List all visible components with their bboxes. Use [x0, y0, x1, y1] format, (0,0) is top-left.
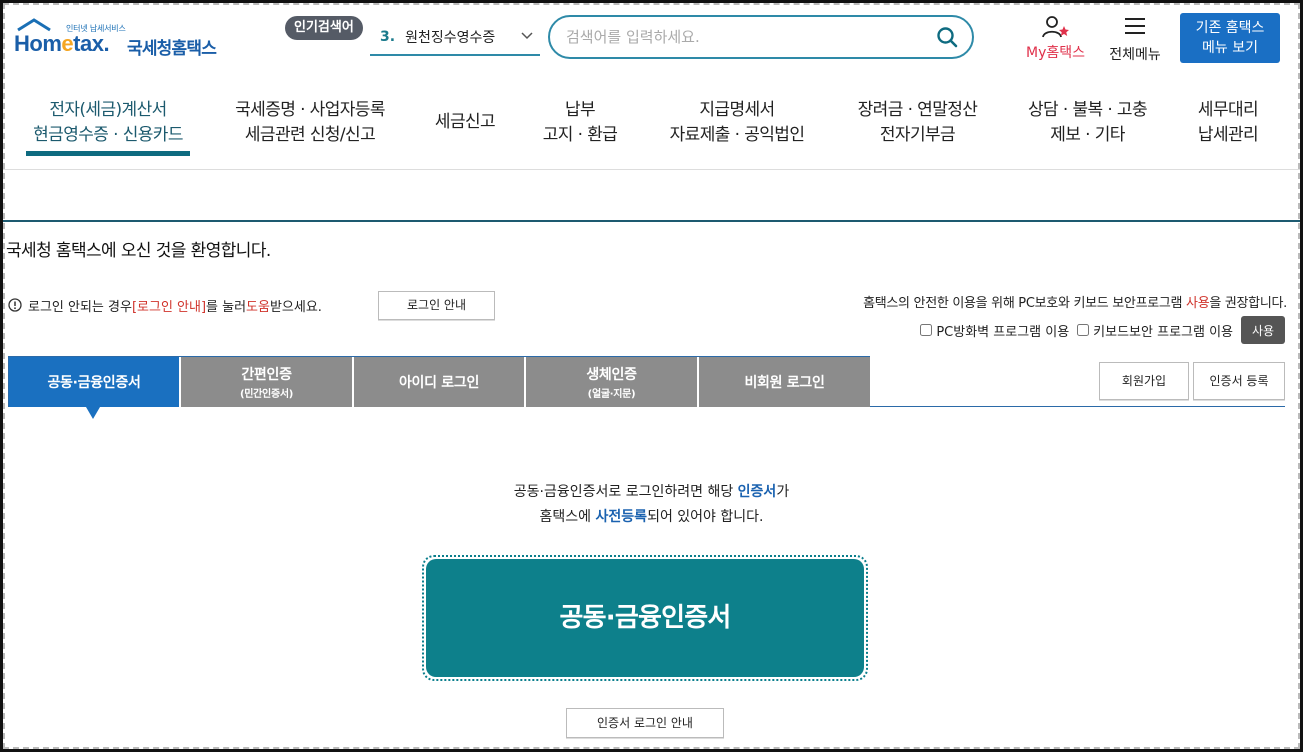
tab-id-login[interactable]: 아이디 로그인: [354, 357, 525, 407]
old-home-line2: 메뉴 보기: [1202, 40, 1258, 56]
house-icon: [17, 18, 51, 32]
gnb-label-line2: 세금관련 신청/신고: [244, 125, 376, 145]
desc-text: 홈택스에: [539, 509, 596, 525]
all-menu-button[interactable]: 전체메뉴: [1103, 15, 1167, 65]
old-hometax-menu-button[interactable]: 기존 홈택스 메뉴 보기: [1180, 13, 1280, 63]
search-box: [548, 15, 974, 59]
help-text-part2: 를 눌러: [206, 299, 247, 315]
gnb-label-line1: 납부: [564, 100, 596, 120]
tab-label: 생체인증: [586, 367, 637, 383]
gnb-label-line1: 전자(세금)계산서: [49, 100, 167, 120]
tab-label: 간편인증: [241, 367, 292, 383]
help-link-text: [로그인 안내]: [131, 299, 207, 315]
tab-underline: [870, 406, 1285, 407]
popular-search-badge: 인기검색어: [285, 16, 363, 40]
desc-text: 공동·금융인증서로 로그인하려면 해당: [513, 484, 738, 500]
help-text-part3: 받으세요.: [269, 299, 322, 315]
help-red-text: 도움: [246, 299, 270, 315]
active-tab-pointer: [86, 407, 100, 419]
desc-text: 되어 있어야 합니다.: [647, 509, 764, 525]
all-menu-label: 전체메뉴: [1109, 47, 1161, 63]
gnb-label-line1: 국세증명 · 사업자등록: [235, 100, 385, 120]
gnb-label-line1: 세금신고: [434, 112, 496, 132]
gnb-item-certificates[interactable]: 국세증명 · 사업자등록 세금관련 신청/신고: [220, 98, 400, 148]
login-tabs: 공동·금융인증서 간편인증 (민간인증서) 아이디 로그인 생체인증 (얼굴·지…: [8, 356, 870, 407]
gnb-label-line1: 세무대리: [1197, 100, 1259, 120]
user-star-icon: [1041, 16, 1069, 38]
firewall-option[interactable]: PC방화벽 프로그램 이용: [920, 321, 1069, 340]
gnb-label-line2: 고지 · 환급: [542, 125, 618, 145]
keyboard-security-checkbox[interactable]: [1077, 324, 1090, 336]
gnb-label-line1: 장려금 · 연말정산: [857, 100, 978, 120]
my-hometax-label: My홈택스: [1025, 45, 1085, 61]
hometax-logo[interactable]: 인터넷 납세서비스 Hometax. 국세청홈택스: [8, 18, 223, 68]
description-line1: 공동·금융인증서로 로그인하려면 해당 인증서가: [0, 480, 1303, 505]
keyboard-security-label: 키보드보안 프로그램 이용: [1093, 324, 1233, 340]
tab-label: 아이디 로그인: [398, 375, 480, 391]
gnb-label-line1: 상담 · 불복 · 고충: [1027, 100, 1148, 120]
my-hometax-button[interactable]: My홈택스: [1018, 15, 1093, 65]
use-security-button[interactable]: 사용: [1241, 316, 1285, 344]
description-line2: 홈택스에 사전등록되어 있어야 합니다.: [0, 505, 1303, 530]
gnb-label-line2: 전자기부금: [879, 125, 956, 145]
exclamation-circle-icon: [8, 298, 22, 312]
popular-rank: 3.: [380, 29, 396, 45]
keyboard-security-option[interactable]: 키보드보안 프로그램 이용: [1077, 321, 1233, 340]
tab-biometric-auth[interactable]: 생체인증 (얼굴·지문): [526, 357, 698, 407]
desc-highlight: 사전등록: [595, 509, 648, 525]
sub-menu-band: [0, 170, 1303, 222]
gnb-item-payment[interactable]: 납부 고지 · 환급: [530, 98, 630, 148]
security-options: PC방화벽 프로그램 이용 키보드보안 프로그램 이용 사용: [920, 316, 1285, 344]
search-icon[interactable]: [936, 26, 958, 48]
security-note: 홈택스의 안전한 이용을 위해 PC보호와 키보드 보안프로그램 사용을 권장합…: [863, 292, 1287, 311]
header: 인터넷 납세서비스 Hometax. 국세청홈택스 인기검색어 3. 원천징수영…: [0, 0, 1303, 170]
popular-search-select[interactable]: 3. 원천징수영수증: [370, 20, 540, 56]
gnb-label-line2: 자료제출 · 공익법인: [669, 125, 805, 145]
security-note-part2: 을 권장합니다.: [1209, 296, 1287, 311]
gnb-item-statements[interactable]: 지급명세서 자료제출 · 공익법인: [657, 98, 817, 148]
security-note-part1: 홈택스의 안전한 이용을 위해 PC보호와 키보드 보안프로그램: [863, 296, 1187, 311]
gnb-item-consulting[interactable]: 상담 · 불복 · 고충 제보 · 기타: [1015, 98, 1160, 148]
firewall-label: PC방화벽 프로그램 이용: [936, 324, 1070, 340]
tab-simple-auth[interactable]: 간편인증 (민간인증서): [181, 357, 353, 407]
tab-guest-login[interactable]: 비회원 로그인: [699, 357, 870, 407]
gnb-item-incentives[interactable]: 장려금 · 연말정산 전자기부금: [845, 98, 990, 148]
tab-label: 비회원 로그인: [744, 375, 825, 391]
old-home-line1: 기존 홈택스: [1195, 20, 1265, 36]
logo-wordmark: Hometax.: [14, 31, 110, 56]
desc-highlight: 인증서: [737, 484, 777, 500]
login-help-text: 로그인 안되는 경우 [로그인 안내] 를 눌러 도움 받으세요.: [8, 291, 322, 319]
hamburger-menu-icon: [1125, 18, 1145, 34]
cert-register-button[interactable]: 인증서 등록: [1193, 362, 1285, 400]
tab-label: 공동·금융인증서: [47, 375, 141, 391]
desc-text: 가: [776, 484, 790, 500]
sign-up-button[interactable]: 회원가입: [1099, 362, 1189, 400]
gnb-label-line2: 납세관리: [1197, 125, 1259, 145]
gnb-label-line2: 제보 · 기타: [1050, 125, 1125, 145]
firewall-checkbox[interactable]: [920, 324, 933, 336]
global-navigation: 전자(세금)계산서 현금영수증 · 신용카드 국세증명 · 사업자등록 세금관련…: [0, 96, 1303, 170]
security-note-red: 사용: [1186, 296, 1210, 311]
search-input[interactable]: [566, 25, 926, 49]
gnb-label-line1: 지급명세서: [699, 100, 775, 120]
login-guide-button[interactable]: 로그인 안내: [378, 291, 495, 320]
logo-korean: 국세청홈택스: [127, 39, 217, 59]
gnb-item-e-invoice[interactable]: 전자(세금)계산서 현금영수증 · 신용카드: [26, 98, 190, 156]
cert-login-description: 공동·금융인증서로 로그인하려면 해당 인증서가 홈택스에 사전등록되어 있어야…: [0, 480, 1303, 530]
chevron-down-icon: [521, 32, 533, 40]
tab-joint-financial-cert[interactable]: 공동·금융인증서: [9, 357, 180, 407]
gnb-item-tax-agent[interactable]: 세무대리 납세관리: [1183, 98, 1273, 148]
welcome-heading: 국세청 홈택스에 오신 것을 환영합니다.: [6, 241, 271, 261]
gnb-item-tax-filing[interactable]: 세금신고: [425, 110, 505, 135]
cert-login-guide-button[interactable]: 인증서 로그인 안내: [566, 708, 724, 738]
help-text-part1: 로그인 안되는 경우: [28, 299, 132, 315]
popular-term: 원천징수영수증: [405, 30, 496, 46]
gnb-label-line2: 현금영수증 · 신용카드: [33, 125, 183, 145]
tab-sublabel: (민간인증서): [239, 389, 294, 400]
tab-sublabel: (얼굴·지문): [587, 389, 636, 400]
joint-financial-cert-login-button[interactable]: 공동·금융인증서: [426, 559, 864, 677]
